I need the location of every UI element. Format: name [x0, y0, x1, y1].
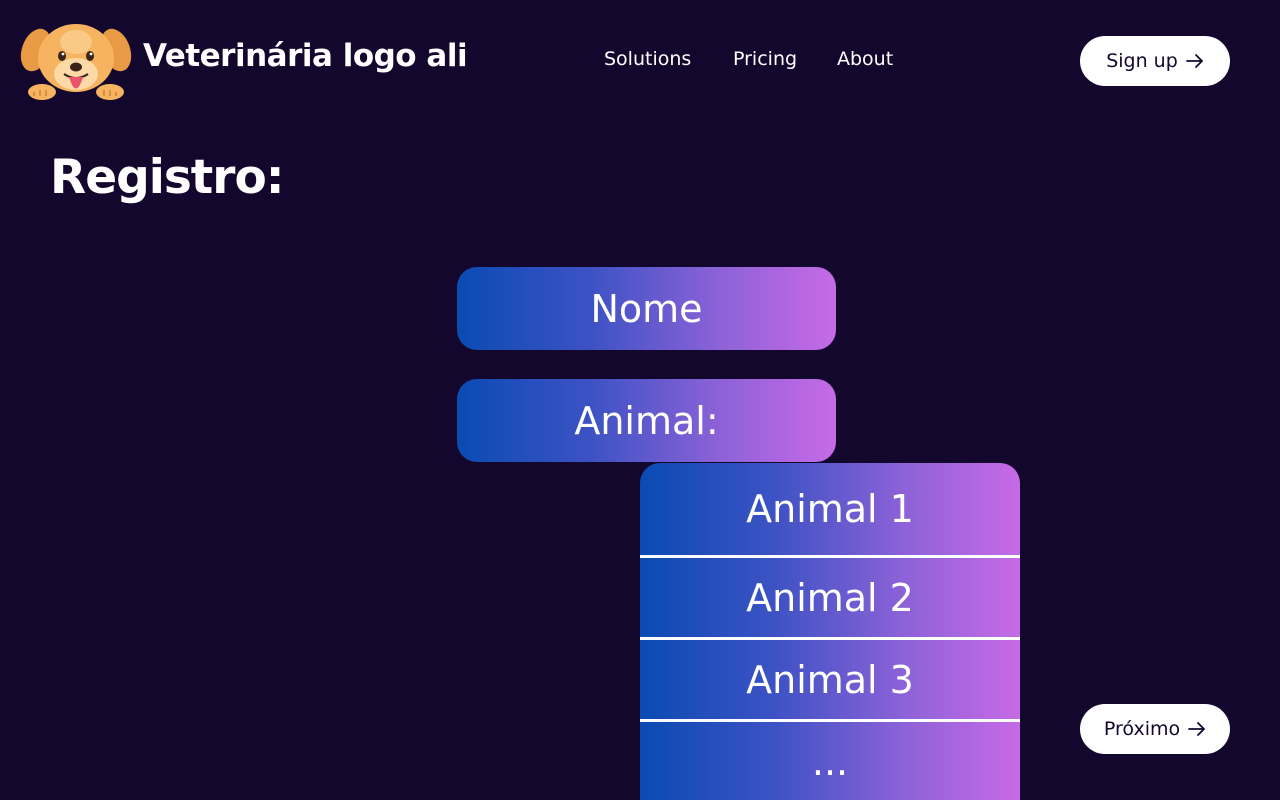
animal-select[interactable]: Animal: [457, 379, 836, 462]
next-label: Próximo [1103, 718, 1181, 740]
page: Veterinária logo ali Solutions Pricing A… [0, 0, 1280, 800]
nav-about[interactable]: About [837, 48, 893, 70]
signup-label: Sign up [1106, 50, 1178, 72]
next-button[interactable]: Próximo [1080, 704, 1230, 754]
nav-pricing[interactable]: Pricing [733, 48, 797, 70]
animal-option-1[interactable]: Animal 1 [640, 463, 1020, 555]
animal-option-3[interactable]: Animal 3 [640, 640, 1020, 719]
animal-dropdown-menu: Animal 1 Animal 2 Animal 3 ... [640, 463, 1020, 800]
name-field[interactable]: Nome [457, 267, 836, 350]
animal-option-2[interactable]: Animal 2 [640, 558, 1020, 637]
page-title: Registro: [50, 150, 285, 205]
nav-solutions[interactable]: Solutions [604, 48, 691, 70]
arrow-right-icon [1188, 722, 1206, 736]
arrow-right-icon [1185, 54, 1204, 68]
signup-button[interactable]: Sign up [1080, 36, 1230, 86]
animal-option-more[interactable]: ... [640, 722, 1020, 800]
